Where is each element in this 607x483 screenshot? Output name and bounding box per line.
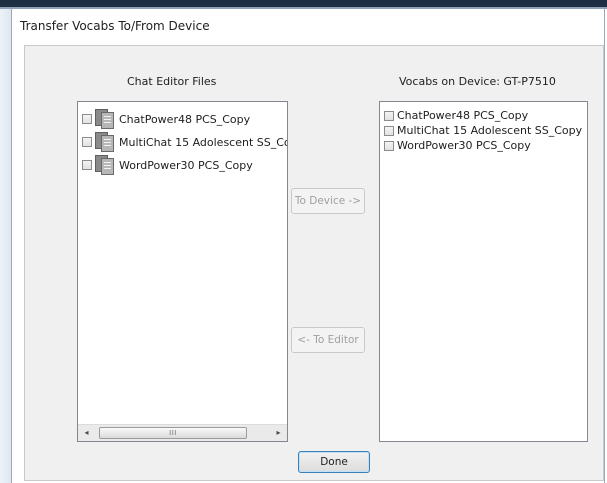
- to-device-button[interactable]: To Device ->: [291, 188, 365, 214]
- editor-files-list[interactable]: ChatPower48 PCS_Copy MultiChat 15 Adoles…: [77, 101, 288, 442]
- device-vocabs-caption: Vocabs on Device: GT-P7510: [399, 75, 556, 88]
- dialog-client-area: Chat Editor Files Vocabs on Device: GT-P…: [24, 45, 604, 481]
- editor-file-label: MultiChat 15 Adolescent SS_Cop: [119, 135, 288, 149]
- editor-file-item[interactable]: MultiChat 15 Adolescent SS_Cop: [82, 132, 288, 152]
- to-editor-button[interactable]: <- To Editor: [291, 327, 365, 353]
- checkbox[interactable]: [82, 137, 92, 147]
- desktop-top-strip: [0, 0, 607, 9]
- editor-file-item[interactable]: ChatPower48 PCS_Copy: [82, 109, 250, 129]
- scroll-grip-icon: III: [169, 429, 177, 437]
- editor-file-item[interactable]: WordPower30 PCS_Copy: [82, 155, 253, 175]
- device-vocabs-list[interactable]: ChatPower48 PCS_Copy MultiChat 15 Adoles…: [379, 101, 588, 442]
- document-stack-icon: [93, 155, 115, 175]
- checkbox[interactable]: [82, 160, 92, 170]
- transfer-dialog: Transfer Vocabs To/From Device Chat Edit…: [11, 9, 605, 483]
- checkbox[interactable]: [384, 140, 394, 151]
- done-button[interactable]: Done: [298, 451, 370, 473]
- editor-file-label: WordPower30 PCS_Copy: [119, 158, 253, 172]
- document-stack-icon: [93, 109, 115, 129]
- horizontal-scrollbar[interactable]: ◂ III ▸: [78, 424, 287, 441]
- checkbox[interactable]: [384, 125, 394, 136]
- checkbox[interactable]: [82, 114, 92, 124]
- editor-files-caption: Chat Editor Files: [127, 75, 217, 88]
- scroll-thumb[interactable]: III: [99, 427, 247, 439]
- device-vocab-item[interactable]: WordPower30 PCS_Copy: [384, 139, 531, 152]
- document-stack-icon: [93, 132, 115, 152]
- device-vocab-item[interactable]: ChatPower48 PCS_Copy: [384, 109, 528, 122]
- scroll-left-arrow-icon[interactable]: ◂: [78, 425, 95, 441]
- editor-file-label: ChatPower48 PCS_Copy: [119, 112, 251, 126]
- dialog-title: Transfer Vocabs To/From Device: [20, 19, 210, 33]
- background-window-edge: [0, 9, 11, 483]
- device-vocab-item[interactable]: MultiChat 15 Adolescent SS_Copy: [384, 124, 582, 137]
- device-vocab-label: MultiChat 15 Adolescent SS_Copy: [397, 124, 583, 137]
- checkbox[interactable]: [384, 110, 394, 121]
- scroll-right-arrow-icon[interactable]: ▸: [270, 425, 287, 441]
- device-vocab-label: ChatPower48 PCS_Copy: [397, 109, 529, 122]
- device-vocab-label: WordPower30 PCS_Copy: [397, 139, 531, 152]
